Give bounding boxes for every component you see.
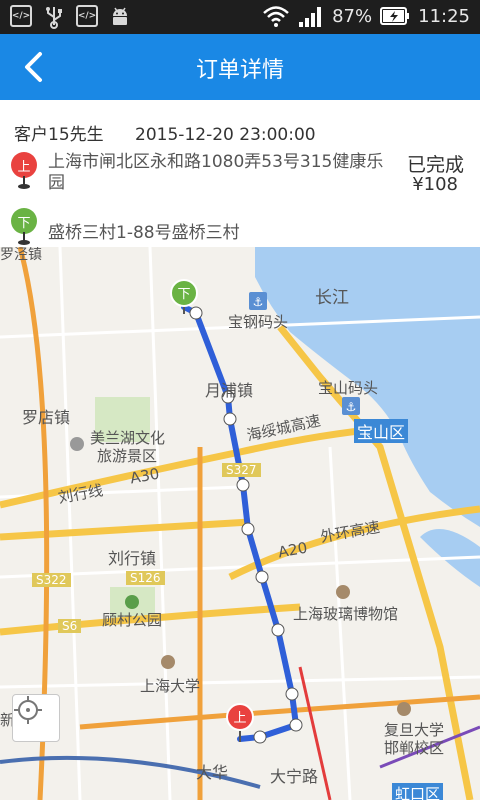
map-label: 刘行镇 [108,549,157,568]
road-shield: S322 [32,573,71,587]
dropoff-pin-icon: 下 [11,208,37,246]
road-shield: S126 [126,571,165,585]
order-price: ¥108 [412,174,458,195]
route-map[interactable]: 下 上 ⚓ ⚓ 罗泾镇 长江 宝钢码头 宝山码头 月浦镇 罗店镇 美兰湖文化 旅… [0,247,480,800]
map-label: 宝山区 [354,419,409,443]
order-info: 客户15先生 2015-12-20 23:00:00 上 上海市闸北区永和路10… [0,100,480,247]
route-start-badge: 上 [233,711,246,726]
navbar: 订单详情 [0,34,480,100]
notification-icons: </> </> [10,5,132,29]
route-end-badge: 下 [177,287,190,302]
battery-icon [380,7,410,25]
clock: 11:25 [418,5,470,27]
museum-icon [336,585,350,599]
wifi-icon [263,6,289,27]
map-label: 大宁路 [270,767,319,786]
pickup-pin-icon: 上 [11,152,37,190]
android-icon [113,7,127,25]
map-label: 月浦镇 [205,381,254,400]
map-label: 虹口区 [392,783,444,800]
dropoff-address: 盛桥三村1-88号盛桥三村 [48,223,240,243]
locate-button[interactable] [12,694,60,742]
pickup-badge: 上 [11,152,37,178]
map-label: 宝山码头 [318,379,379,397]
pickup-address: 上海市闸北区永和路1080弄53号315健康乐园 [48,152,384,193]
anchor-icon: ⚓ [249,292,267,310]
park-icon [125,595,139,609]
school-icon [397,702,411,716]
map-label: 上海玻璃博物馆 [293,605,399,623]
customer-row: 客户15先生 2015-12-20 23:00:00 [14,120,342,145]
map-label: 罗泾镇 [0,247,42,263]
battery-percent: 87% [332,5,373,27]
crosshair-icon [14,696,42,724]
usb-icon [46,7,62,29]
customer-name: 客户15先生 [14,125,104,145]
poi-icon [70,437,84,451]
map-label: 宝钢码头 [228,313,289,331]
map-label: 旅游景区 [97,447,158,465]
svg-text:⚓: ⚓ [346,400,357,414]
map-label: 上海大学 [140,677,201,695]
dropoff-badge: 下 [11,208,37,234]
code-icon: </> [76,5,98,27]
school-icon [161,655,175,669]
status-bar: </> </> 87% 11:25 [0,0,480,34]
map-label: 大华 [196,763,229,782]
system-icons: 87% 11:25 [262,4,470,28]
anchor-icon: ⚓ [342,397,360,415]
order-status: 已完成 [406,154,464,176]
order-datetime: 2015-12-20 23:00:00 [135,125,316,145]
map-label: 长江 [315,288,349,308]
map-label: 邯郸校区 [384,739,445,757]
signal-icon [299,7,322,27]
road-shield: S327 [222,463,261,477]
map-label: 罗店镇 [22,408,71,427]
svg-text:⚓: ⚓ [253,295,264,309]
page-title: 订单详情 [195,58,284,83]
road-shield: S6 [58,619,82,633]
code-icon: </> [10,5,32,27]
map-label: 顾村公园 [102,611,163,629]
